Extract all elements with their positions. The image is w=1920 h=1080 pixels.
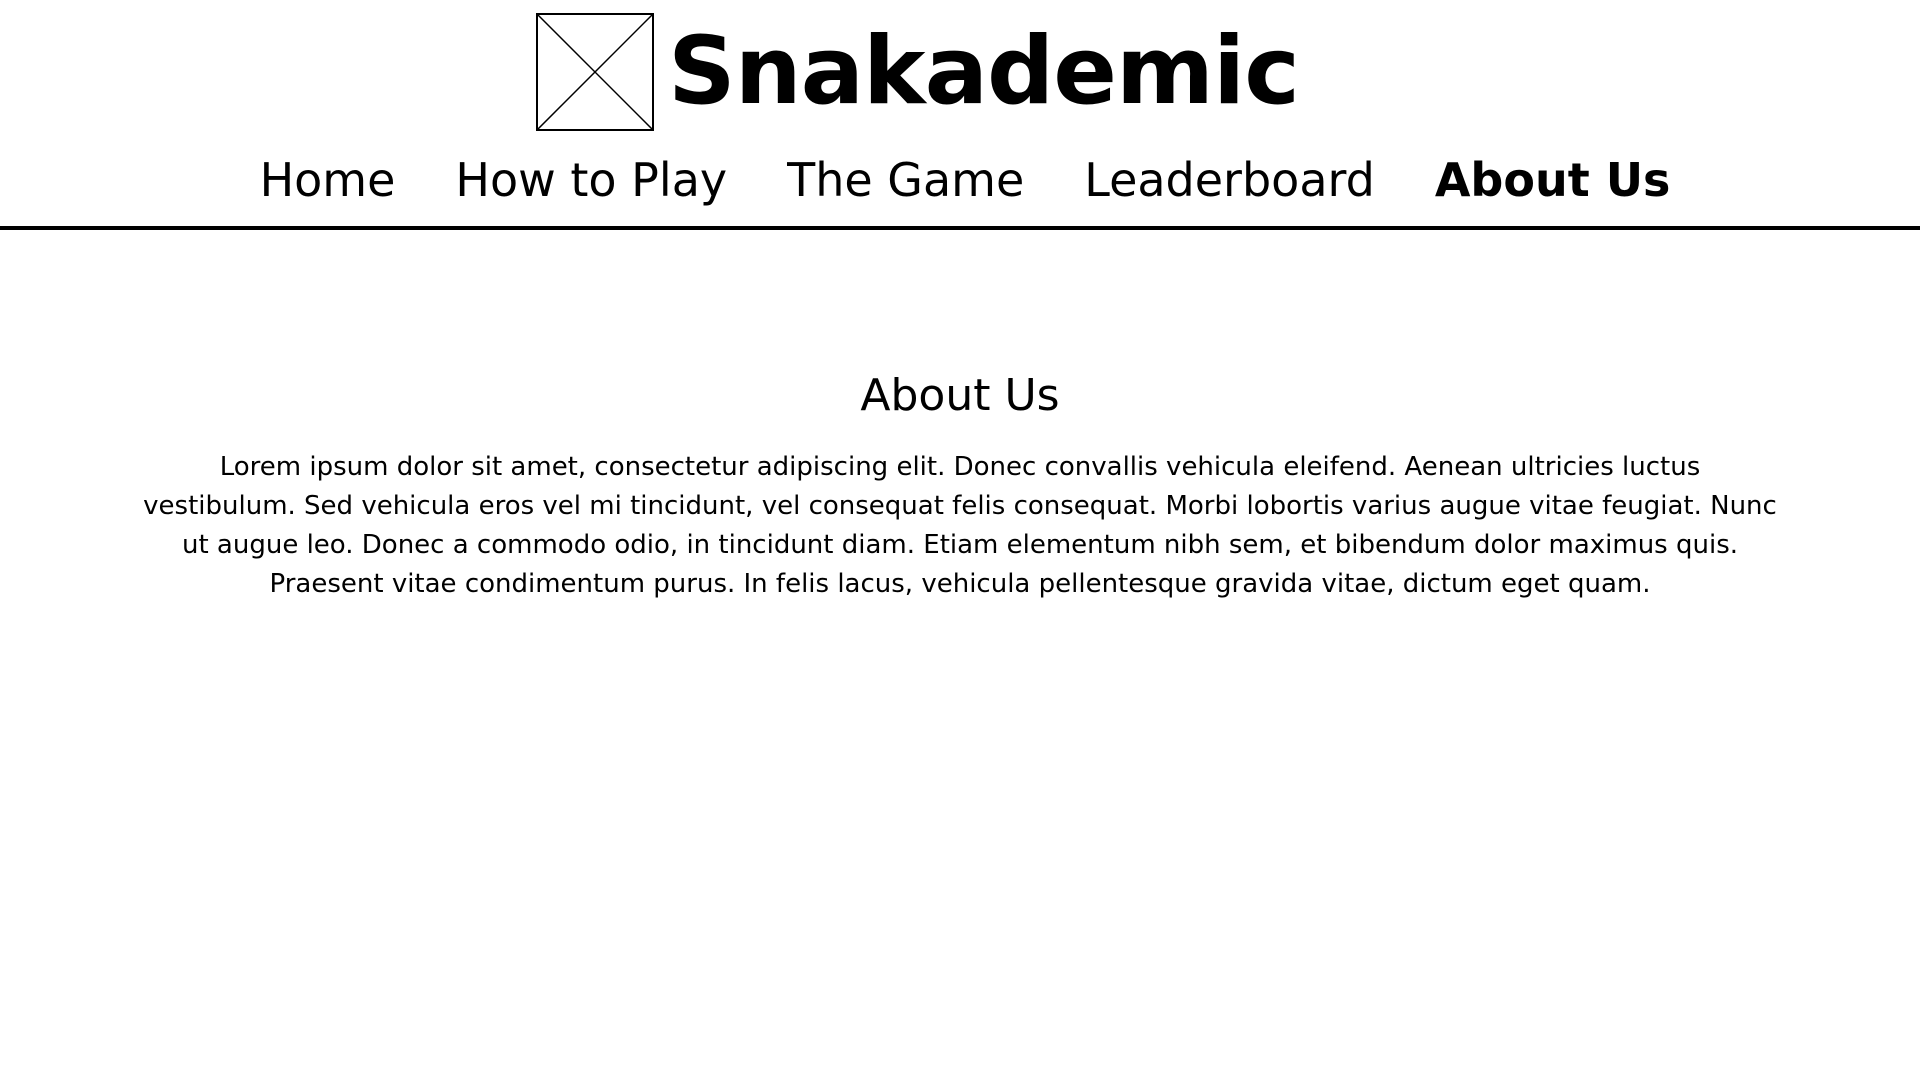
nav-item-leaderboard[interactable]: Leaderboard bbox=[1084, 152, 1375, 208]
about-paragraph: Lorem ipsum dolor sit amet, consectetur … bbox=[143, 452, 1777, 599]
brand[interactable]: Snakademic bbox=[536, 12, 1300, 132]
main-content: About Us Lorem ipsum dolor sit amet, con… bbox=[0, 368, 1920, 604]
site-title: Snakademic bbox=[668, 17, 1300, 126]
image-placeholder-icon bbox=[536, 13, 654, 131]
nav-item-how-to-play[interactable]: How to Play bbox=[455, 152, 727, 208]
page-title: About Us bbox=[860, 370, 1060, 421]
nav-item-about-us[interactable]: About Us bbox=[1435, 152, 1671, 208]
nav-item-home[interactable]: Home bbox=[260, 152, 396, 208]
main-nav: Home How to Play The Game Leaderboard Ab… bbox=[0, 152, 1920, 208]
nav-item-the-game[interactable]: The Game bbox=[787, 152, 1024, 208]
site-header: Snakademic Home How to Play The Game Lea… bbox=[0, 0, 1920, 230]
